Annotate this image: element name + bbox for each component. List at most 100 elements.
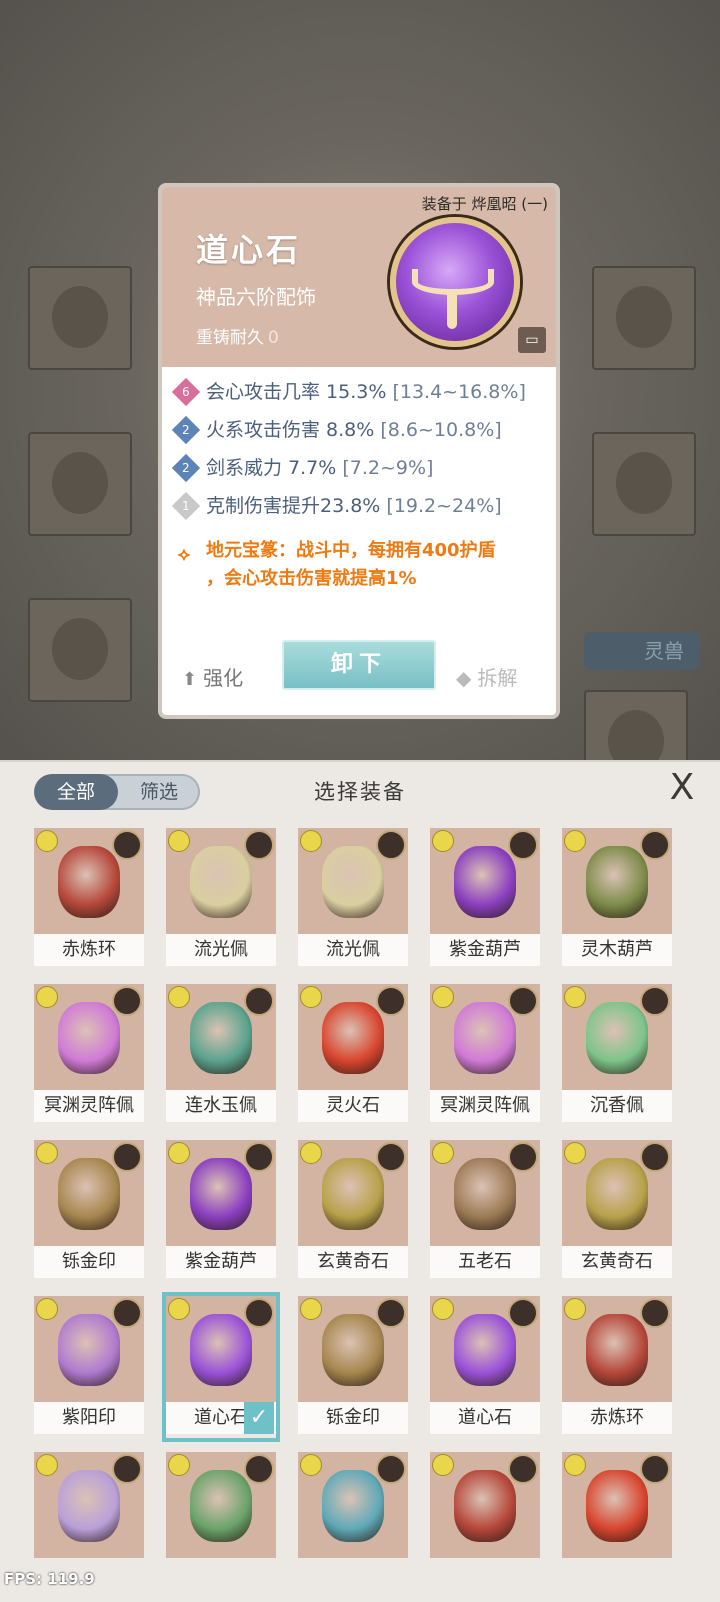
equipment-icon: [58, 1158, 120, 1230]
equipment-item[interactable]: 流光佩: [298, 828, 408, 970]
equipment-item[interactable]: 道心石 ✓: [162, 1292, 280, 1442]
equipment-item[interactable]: [430, 1452, 540, 1594]
equipment-item[interactable]: 赤炼环: [34, 828, 144, 970]
unequip-button[interactable]: 卸下: [282, 640, 436, 690]
special-effect-icon: ⟡: [178, 544, 190, 565]
stat-level-badge: 2: [171, 415, 201, 445]
owner-avatar: [376, 830, 406, 860]
stat-row: 2 剑系威力 7.7% [7.2~9%]: [171, 449, 546, 487]
owner-avatar: [112, 986, 142, 1016]
equipment-image: [562, 1452, 672, 1558]
equipment-name: 玄黄奇石: [298, 1246, 408, 1278]
equipment-item[interactable]: [562, 1452, 672, 1594]
recast-label: 重铸耐久: [196, 328, 264, 348]
equipment-item[interactable]: 赤炼环: [562, 1296, 672, 1438]
equipment-icon: [322, 846, 384, 918]
owner-avatar: [112, 1454, 142, 1484]
equipment-item[interactable]: 五老石: [430, 1140, 540, 1282]
element-icon: [432, 1142, 454, 1164]
equipment-image: [430, 984, 540, 1090]
equipment-name: 冥渊灵阵佩: [34, 1090, 144, 1122]
equipment-image: [166, 1140, 276, 1246]
equipment-item[interactable]: 道心石: [430, 1296, 540, 1438]
equipment-name: 赤炼环: [562, 1402, 672, 1434]
equipment-item[interactable]: 灵木葫芦: [562, 828, 672, 970]
equipment-image: [430, 828, 540, 934]
equipment-image: [34, 1296, 144, 1402]
equipment-image: [34, 828, 144, 934]
equipment-image: [298, 984, 408, 1090]
owner-avatar: [640, 1298, 670, 1328]
equipment-item[interactable]: [166, 1452, 276, 1594]
element-icon: [300, 1298, 322, 1320]
dao-heart-stone-icon: [390, 217, 520, 347]
equipment-item[interactable]: 紫金葫芦: [166, 1140, 276, 1282]
equipment-item[interactable]: 玄黄奇石: [562, 1140, 672, 1282]
lock-icon[interactable]: ▭: [518, 327, 546, 353]
equipment-icon: [586, 1314, 648, 1386]
equipment-item[interactable]: 玄黄奇石: [298, 1140, 408, 1282]
enhance-button[interactable]: ⬆ 强化: [182, 662, 243, 691]
bg-equip-slot: [28, 432, 132, 536]
equipment-item[interactable]: 紫金葫芦: [430, 828, 540, 970]
owner-avatar: [244, 1298, 274, 1328]
close-icon[interactable]: X: [662, 768, 702, 808]
dismantle-button[interactable]: ◆ 拆解: [456, 662, 517, 691]
stat-text: 会心攻击几率 15.3%: [206, 381, 387, 403]
equipment-item[interactable]: 冥渊灵阵佩: [34, 984, 144, 1126]
equipment-item[interactable]: 紫阳印: [34, 1296, 144, 1438]
equipment-item[interactable]: 连水玉佩: [166, 984, 276, 1126]
equipment-icon: [58, 1002, 120, 1074]
equipment-item[interactable]: [298, 1452, 408, 1594]
stat-list: 6 会心攻击几率 15.3% [13.4~16.8%] 2 火系攻击伤害 8.8…: [171, 373, 546, 525]
element-icon: [36, 1454, 58, 1476]
equipment-name: 连水玉佩: [166, 1090, 276, 1122]
equipment-icon: [58, 1470, 120, 1542]
stat-level-badge: 6: [171, 377, 201, 407]
equipment-icon: [190, 1470, 252, 1542]
special-effect-line: ，会心攻击伤害就提高1%: [206, 568, 417, 589]
equipment-icon: [586, 1470, 648, 1542]
equipment-icon: [322, 1470, 384, 1542]
equipment-item[interactable]: 流光佩: [166, 828, 276, 970]
spirit-beast-button: 灵兽: [584, 632, 700, 670]
equipment-name: 沉香佩: [562, 1090, 672, 1122]
element-icon: [564, 1298, 586, 1320]
equipment-icon: [322, 1314, 384, 1386]
stat-range: [8.6~10.8%]: [380, 419, 502, 441]
item-name: 道心石: [196, 231, 302, 269]
equipment-item[interactable]: 铄金印: [298, 1296, 408, 1438]
equipment-image: [166, 828, 276, 934]
equipment-icon: [190, 1314, 252, 1386]
fps-counter: FPS: 119.9: [4, 1570, 95, 1588]
owner-avatar: [508, 1298, 538, 1328]
equipment-image: [562, 984, 672, 1090]
equipment-item[interactable]: 灵火石: [298, 984, 408, 1126]
stat-text: 剑系威力 7.7%: [206, 457, 337, 479]
equipment-icon: [586, 846, 648, 918]
equipment-item[interactable]: 铄金印: [34, 1140, 144, 1282]
equipment-image: [298, 1452, 408, 1558]
equipment-image: [562, 828, 672, 934]
up-arrow-icon: ⬆: [182, 669, 198, 690]
equipment-item[interactable]: 沉香佩: [562, 984, 672, 1126]
equipment-name: 铄金印: [34, 1246, 144, 1278]
element-icon: [168, 1142, 190, 1164]
owner-avatar: [508, 986, 538, 1016]
element-icon: [564, 986, 586, 1008]
equipment-icon: [322, 1158, 384, 1230]
equipment-item[interactable]: 冥渊灵阵佩: [430, 984, 540, 1126]
equipped-on-label: 装备于 烨凰昭 (一): [421, 195, 548, 213]
stat-range: [19.2~24%]: [386, 495, 502, 517]
owner-avatar: [244, 1142, 274, 1172]
element-icon: [36, 830, 58, 852]
item-grade: 神品六阶配饰: [196, 285, 316, 309]
stat-row: 1 克制伤害提升23.8% [19.2~24%]: [171, 487, 546, 525]
bg-equip-slot: [592, 432, 696, 536]
owner-avatar: [508, 1142, 538, 1172]
element-icon: [432, 830, 454, 852]
owner-avatar: [244, 986, 274, 1016]
stat-level-badge: 1: [171, 491, 201, 521]
stat-row: 6 会心攻击几率 15.3% [13.4~16.8%]: [171, 373, 546, 411]
stat-text: 火系攻击伤害 8.8%: [206, 419, 375, 441]
